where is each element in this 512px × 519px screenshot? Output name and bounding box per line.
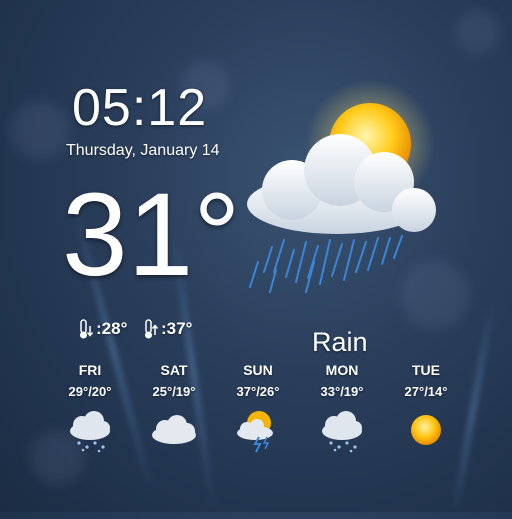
weather-condition: Rain: [312, 327, 368, 357]
current-temperature: 31°: [62, 169, 241, 301]
forecast-day[interactable]: MON 33°/19°: [300, 362, 384, 453]
sun-cloud-rain-icon: [247, 79, 436, 293]
forecast-day[interactable]: SAT 25°/19°: [132, 362, 216, 453]
high-temperature: :37°: [143, 318, 192, 340]
forecast-day-range: 27°/14°: [404, 384, 448, 399]
cloud-snow-icon: [322, 411, 362, 453]
forecast-day[interactable]: TUE 27°/14°: [384, 362, 468, 453]
bokeh-light: [455, 10, 500, 55]
forecast-day-range: 37°/26°: [236, 384, 280, 399]
forecast-day-name: FRI: [78, 362, 102, 378]
forecast-day-name: SAT: [160, 362, 188, 378]
thermometer-high-icon: [145, 319, 159, 339]
sun-icon: [411, 415, 441, 445]
clock-date: Thursday, January 14: [66, 142, 220, 159]
forecast-day[interactable]: FRI 29°/20°: [48, 362, 132, 453]
low-temperature-value: :28°: [96, 319, 128, 338]
sun-cloud-thunder-icon: [237, 411, 273, 453]
forecast-day-name: SUN: [243, 362, 273, 378]
forecast-day[interactable]: SUN 37°/26°: [216, 362, 300, 453]
forecast-day-range: 25°/19°: [152, 384, 196, 399]
forecast-day-name: TUE: [412, 362, 440, 378]
low-temperature: :28°: [78, 318, 127, 340]
forecast-day-range: 29°/20°: [68, 384, 112, 399]
clock-time[interactable]: 05:12: [72, 78, 207, 138]
forecast-day-range: 33°/19°: [320, 384, 364, 399]
bokeh-light: [10, 100, 70, 160]
thermometer-low-icon: [80, 319, 94, 339]
cloud-icon: [152, 415, 196, 444]
forecast-day-name: MON: [325, 362, 359, 378]
cloud-snow-icon: [70, 411, 110, 453]
high-temperature-value: :37°: [161, 319, 193, 338]
forecast-strip: FRI 29°/20° SAT 25°/19° SUN 37°/26° MON …: [48, 362, 468, 453]
